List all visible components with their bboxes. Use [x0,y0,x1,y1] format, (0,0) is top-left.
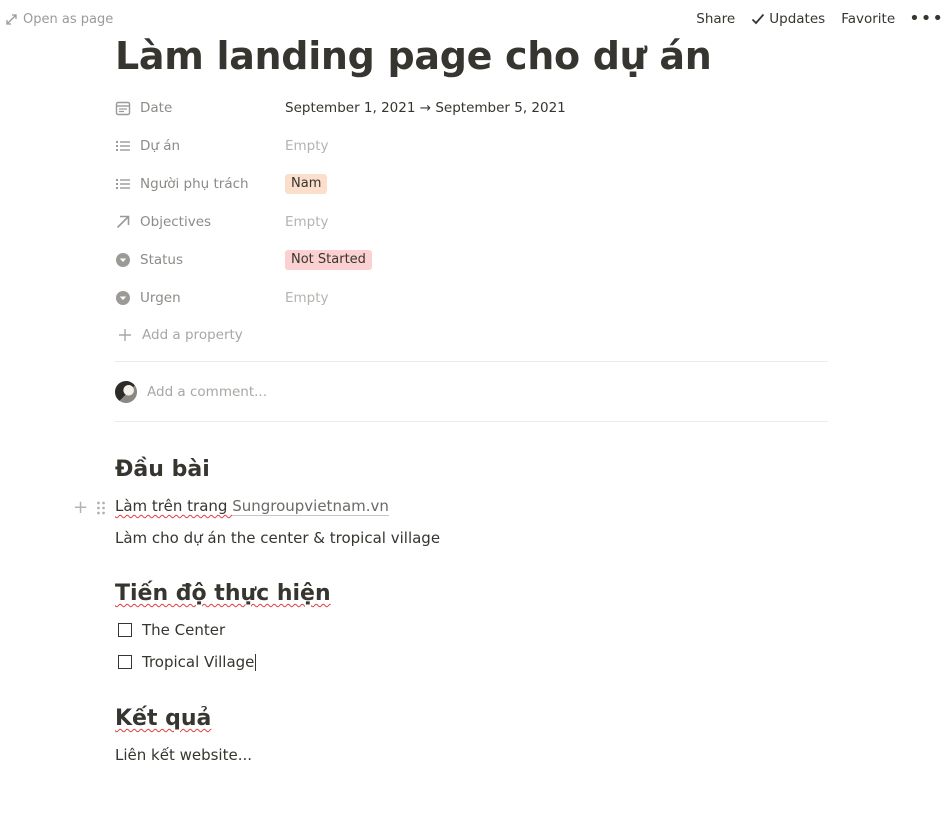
property-label: Dự án [140,138,181,154]
select-icon [116,253,130,267]
heading-text: Kết quả [115,706,212,731]
text-span: Làm cho dự án the center & tropical vill… [115,529,441,547]
updates-button[interactable]: Updates [751,11,825,27]
todo-checkbox[interactable] [118,655,132,669]
property-name-status[interactable]: Status [115,252,285,268]
heading-dau-bai[interactable]: Đầu bài [115,457,210,482]
property-name-du-an[interactable]: Dự án [115,138,285,154]
property-row-urgen[interactable]: Urgen Empty [115,283,828,313]
property-label: Date [140,100,173,116]
todo-item[interactable]: The Center [118,621,225,639]
list-icon [116,179,130,189]
arrow-up-right-icon [116,215,130,229]
heading-ket-qua[interactable]: Kết quả [115,706,211,731]
text-block[interactable]: Làm cho dự án the center & tropical vill… [115,529,440,547]
avatar [115,381,137,403]
favorite-button[interactable]: Favorite [841,11,895,27]
check-icon [752,13,765,25]
property-row-date[interactable]: Date September 1, 2021 → September 5, 20… [115,93,828,123]
todo-item[interactable]: Tropical Village [118,653,257,671]
property-value-date[interactable]: September 1, 2021 → September 5, 2021 [285,100,566,116]
more-options-icon[interactable]: ••• [909,10,944,28]
property-label: Người phụ trách [140,176,249,192]
heading-tien-do[interactable]: Tiến độ thực hiện [115,581,331,606]
calendar-icon [115,101,131,116]
text-block[interactable]: Làm trên trang Sungroupvietnam.vn [115,497,389,516]
add-block-icon[interactable]: + [73,497,88,518]
todo-checkbox[interactable] [118,623,132,637]
property-label: Status [140,252,184,268]
property-value-urgen[interactable]: Empty [285,290,329,306]
text-cursor [255,653,257,671]
share-button[interactable]: Share [696,11,735,27]
comment-placeholder: Add a comment... [147,384,268,400]
heading-text: Đầu bài [115,457,210,482]
property-row-nguoi-phu-trach[interactable]: Người phụ trách Nam [115,169,828,199]
page-title[interactable]: Làm landing page cho dự án [115,34,712,78]
page-title-text: Làm landing page cho dự án [115,34,712,78]
property-label: Objectives [140,214,212,230]
drag-handle-icon[interactable] [96,500,106,516]
divider [115,421,828,422]
text-span: Làm trên trang [115,497,233,515]
expand-icon [6,14,17,25]
property-row-status[interactable]: Status Not Started [115,245,828,275]
plus-icon [119,329,131,341]
property-value-du-an[interactable]: Empty [285,138,329,154]
list-icon [116,141,130,151]
comment-input[interactable]: Add a comment... [115,381,267,403]
divider [115,361,828,362]
open-as-page-button[interactable]: Open as page [6,12,113,27]
todo-label: Tropical Village [142,653,255,671]
property-row-du-an[interactable]: Dự án Empty [115,131,828,161]
text-block[interactable]: Liên kết website... [115,746,252,764]
heading-text: Tiến độ thực hiện [115,581,331,606]
sungroup-link[interactable]: Sungroupvietnam.vn [232,497,389,516]
property-name-objectives[interactable]: Objectives [115,214,285,230]
status-badge[interactable]: Not Started [285,250,372,270]
property-name-nguoi-phu-trach[interactable]: Người phụ trách [115,176,285,192]
property-value-objectives[interactable]: Empty [285,214,329,230]
property-label: Urgen [140,290,181,306]
todo-label: The Center [142,621,226,639]
property-name-urgen[interactable]: Urgen [115,290,285,306]
block-handles: + [73,497,106,518]
select-icon [116,291,130,305]
add-property-label: Add a property [142,327,243,343]
assignee-tag[interactable]: Nam [285,174,328,194]
property-row-objectives[interactable]: Objectives Empty [115,207,828,237]
property-name-date[interactable]: Date [115,100,285,116]
add-property-button[interactable]: Add a property [118,327,243,343]
open-as-page-label: Open as page [23,12,114,27]
updates-label: Updates [769,11,826,27]
top-toolbar: Share Updates Favorite ••• [680,10,944,28]
text-span: Liên kết website... [115,746,253,764]
